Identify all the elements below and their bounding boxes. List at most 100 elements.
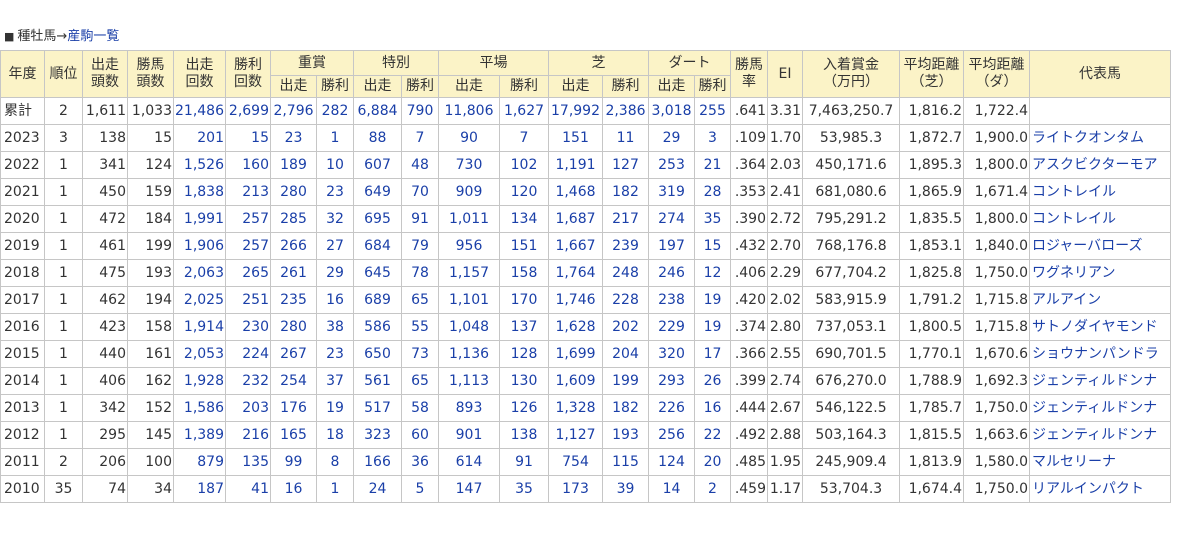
wins-link[interactable]: 257 bbox=[225, 232, 271, 260]
flat-wins-link[interactable]: 138 bbox=[499, 421, 549, 449]
flat-starts-link[interactable]: 901 bbox=[438, 421, 500, 449]
flat-starts-link[interactable]: 11,806 bbox=[438, 97, 500, 125]
special-wins-link[interactable]: 78 bbox=[401, 259, 439, 287]
dirt-starts-link[interactable]: 124 bbox=[648, 448, 695, 476]
rep-horse-link[interactable]: ライトクオンタム bbox=[1029, 124, 1171, 152]
dirt-starts-link[interactable]: 246 bbox=[648, 259, 695, 287]
dirt-wins-link[interactable]: 26 bbox=[694, 367, 731, 395]
wins-link[interactable]: 41 bbox=[225, 475, 271, 503]
graded-starts-link[interactable]: 254 bbox=[270, 367, 317, 395]
dirt-wins-link[interactable]: 15 bbox=[694, 232, 731, 260]
graded-wins-link[interactable]: 29 bbox=[316, 259, 354, 287]
turf-starts-link[interactable]: 151 bbox=[548, 124, 603, 152]
flat-wins-link[interactable]: 7 bbox=[499, 124, 549, 152]
starts-link[interactable]: 1,991 bbox=[173, 205, 226, 233]
dirt-wins-link[interactable]: 21 bbox=[694, 151, 731, 179]
special-starts-link[interactable]: 6,884 bbox=[353, 97, 402, 125]
flat-wins-link[interactable]: 170 bbox=[499, 286, 549, 314]
rep-horse-link[interactable]: ジェンティルドンナ bbox=[1029, 367, 1171, 395]
graded-wins-link[interactable]: 38 bbox=[316, 313, 354, 341]
starts-link[interactable]: 879 bbox=[173, 448, 226, 476]
special-wins-link[interactable]: 5 bbox=[401, 475, 439, 503]
special-wins-link[interactable]: 65 bbox=[401, 367, 439, 395]
flat-starts-link[interactable]: 1,157 bbox=[438, 259, 500, 287]
graded-wins-link[interactable]: 282 bbox=[316, 97, 354, 125]
starts-link[interactable]: 1,914 bbox=[173, 313, 226, 341]
special-wins-link[interactable]: 60 bbox=[401, 421, 439, 449]
graded-wins-link[interactable]: 37 bbox=[316, 367, 354, 395]
dirt-wins-link[interactable]: 12 bbox=[694, 259, 731, 287]
flat-wins-link[interactable]: 128 bbox=[499, 340, 549, 368]
graded-starts-link[interactable]: 176 bbox=[270, 394, 317, 422]
special-wins-link[interactable]: 79 bbox=[401, 232, 439, 260]
dirt-wins-link[interactable]: 255 bbox=[694, 97, 731, 125]
rep-horse-link[interactable]: リアルインパクト bbox=[1029, 475, 1171, 503]
dirt-starts-link[interactable]: 238 bbox=[648, 286, 695, 314]
turf-starts-link[interactable]: 1,468 bbox=[548, 178, 603, 206]
turf-wins-link[interactable]: 199 bbox=[602, 367, 649, 395]
turf-starts-link[interactable]: 1,127 bbox=[548, 421, 603, 449]
turf-wins-link[interactable]: 204 bbox=[602, 340, 649, 368]
graded-wins-link[interactable]: 19 bbox=[316, 394, 354, 422]
special-wins-link[interactable]: 7 bbox=[401, 124, 439, 152]
starts-link[interactable]: 2,025 bbox=[173, 286, 226, 314]
turf-starts-link[interactable]: 1,746 bbox=[548, 286, 603, 314]
graded-starts-link[interactable]: 2,796 bbox=[270, 97, 317, 125]
flat-starts-link[interactable]: 614 bbox=[438, 448, 500, 476]
dirt-starts-link[interactable]: 3,018 bbox=[648, 97, 695, 125]
flat-starts-link[interactable]: 730 bbox=[438, 151, 500, 179]
graded-starts-link[interactable]: 280 bbox=[270, 313, 317, 341]
flat-wins-link[interactable]: 102 bbox=[499, 151, 549, 179]
graded-starts-link[interactable]: 165 bbox=[270, 421, 317, 449]
dirt-wins-link[interactable]: 16 bbox=[694, 394, 731, 422]
dirt-wins-link[interactable]: 17 bbox=[694, 340, 731, 368]
wins-link[interactable]: 213 bbox=[225, 178, 271, 206]
flat-wins-link[interactable]: 126 bbox=[499, 394, 549, 422]
special-wins-link[interactable]: 91 bbox=[401, 205, 439, 233]
special-starts-link[interactable]: 88 bbox=[353, 124, 402, 152]
special-wins-link[interactable]: 73 bbox=[401, 340, 439, 368]
turf-wins-link[interactable]: 182 bbox=[602, 178, 649, 206]
graded-starts-link[interactable]: 280 bbox=[270, 178, 317, 206]
wins-link[interactable]: 135 bbox=[225, 448, 271, 476]
dirt-starts-link[interactable]: 293 bbox=[648, 367, 695, 395]
wins-link[interactable]: 203 bbox=[225, 394, 271, 422]
special-starts-link[interactable]: 650 bbox=[353, 340, 402, 368]
dirt-wins-link[interactable]: 2 bbox=[694, 475, 731, 503]
special-starts-link[interactable]: 561 bbox=[353, 367, 402, 395]
dirt-starts-link[interactable]: 256 bbox=[648, 421, 695, 449]
graded-wins-link[interactable]: 1 bbox=[316, 124, 354, 152]
graded-starts-link[interactable]: 261 bbox=[270, 259, 317, 287]
flat-wins-link[interactable]: 1,627 bbox=[499, 97, 549, 125]
turf-wins-link[interactable]: 115 bbox=[602, 448, 649, 476]
starts-link[interactable]: 1,526 bbox=[173, 151, 226, 179]
starts-link[interactable]: 1,928 bbox=[173, 367, 226, 395]
flat-starts-link[interactable]: 893 bbox=[438, 394, 500, 422]
starts-link[interactable]: 187 bbox=[173, 475, 226, 503]
flat-starts-link[interactable]: 1,101 bbox=[438, 286, 500, 314]
wins-link[interactable]: 257 bbox=[225, 205, 271, 233]
wins-link[interactable]: 216 bbox=[225, 421, 271, 449]
flat-starts-link[interactable]: 1,136 bbox=[438, 340, 500, 368]
wins-link[interactable]: 265 bbox=[225, 259, 271, 287]
rep-horse-link[interactable]: ショウナンパンドラ bbox=[1029, 340, 1171, 368]
turf-wins-link[interactable]: 2,386 bbox=[602, 97, 649, 125]
flat-wins-link[interactable]: 158 bbox=[499, 259, 549, 287]
turf-starts-link[interactable]: 17,992 bbox=[548, 97, 603, 125]
flat-wins-link[interactable]: 35 bbox=[499, 475, 549, 503]
special-wins-link[interactable]: 790 bbox=[401, 97, 439, 125]
flat-wins-link[interactable]: 134 bbox=[499, 205, 549, 233]
turf-starts-link[interactable]: 1,628 bbox=[548, 313, 603, 341]
turf-starts-link[interactable]: 1,191 bbox=[548, 151, 603, 179]
special-starts-link[interactable]: 24 bbox=[353, 475, 402, 503]
turf-wins-link[interactable]: 11 bbox=[602, 124, 649, 152]
turf-wins-link[interactable]: 202 bbox=[602, 313, 649, 341]
graded-starts-link[interactable]: 189 bbox=[270, 151, 317, 179]
flat-wins-link[interactable]: 151 bbox=[499, 232, 549, 260]
turf-wins-link[interactable]: 39 bbox=[602, 475, 649, 503]
wins-link[interactable]: 2,699 bbox=[225, 97, 271, 125]
turf-wins-link[interactable]: 228 bbox=[602, 286, 649, 314]
flat-starts-link[interactable]: 956 bbox=[438, 232, 500, 260]
flat-wins-link[interactable]: 137 bbox=[499, 313, 549, 341]
graded-starts-link[interactable]: 285 bbox=[270, 205, 317, 233]
